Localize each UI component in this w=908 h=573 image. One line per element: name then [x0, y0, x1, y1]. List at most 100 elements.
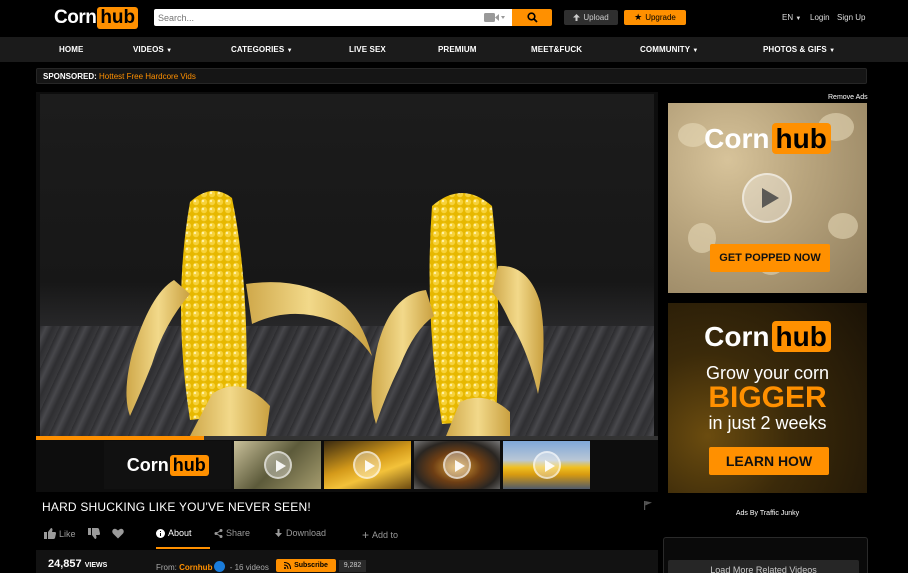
nav-item-label: COMMUNITY	[640, 45, 691, 54]
search-input[interactable]	[154, 9, 474, 26]
learn-how-button[interactable]: LEARN HOW	[709, 447, 829, 475]
nav-item-live-sex[interactable]: LIVE SEX	[349, 45, 386, 54]
nav-item-label: PREMIUM	[438, 45, 477, 54]
upload-button[interactable]: Upload	[564, 10, 618, 25]
ad-tagline-3: in just 2 weeks	[708, 413, 827, 433]
tab-add-to[interactable]: + Add to	[362, 528, 398, 542]
like-button[interactable]: Like	[44, 528, 76, 539]
ad-banner-popcorn[interactable]: Corn hub GET POPPED NOW	[668, 103, 867, 293]
chevron-down-icon: ▼	[692, 48, 699, 54]
signup-link[interactable]: Sign Up	[837, 13, 865, 22]
nav-item-categories[interactable]: CATEGORIES ▼	[231, 45, 293, 54]
dislike-button[interactable]	[88, 528, 100, 539]
tab-about[interactable]: About	[156, 528, 192, 538]
favorite-button[interactable]	[112, 528, 124, 539]
ad-banner-grow[interactable]: Corn hub Grow your corn BIGGER in just 2 …	[668, 303, 867, 493]
logo-text-hub: hub	[771, 123, 831, 154]
ad-logo: Corn hub	[668, 123, 867, 155]
tab-share[interactable]: Share	[214, 528, 250, 538]
thumbs-up-icon	[44, 528, 56, 539]
nav-item-label: HOME	[59, 45, 84, 54]
play-icon	[742, 173, 792, 223]
rss-icon	[284, 562, 292, 569]
upload-label: Upload	[583, 13, 609, 22]
video-title: HARD SHUCKING LIKE YOU'VE NEVER SEEN!	[42, 500, 311, 514]
nav-item-label: CATEGORIES	[231, 45, 285, 54]
logo-text-corn: Corn	[126, 454, 169, 475]
nav-item-label: LIVE SEX	[349, 45, 386, 54]
language-selector[interactable]: EN ▼	[782, 13, 801, 22]
logo-text-hub: hub	[97, 7, 139, 29]
related-thumbnail[interactable]	[324, 441, 411, 489]
video-search-icon[interactable]	[484, 12, 506, 23]
related-thumbnails: Corn hub	[104, 441, 591, 491]
about-label: About	[168, 528, 192, 538]
remove-ads-link[interactable]: Remove Ads	[828, 94, 868, 101]
site-logo[interactable]: Corn hub	[54, 6, 139, 30]
channel-logo-thumbnail[interactable]: Corn hub	[104, 441, 232, 489]
logo-text-corn: Corn	[54, 7, 97, 28]
play-icon	[443, 451, 472, 479]
subscriber-count: 9,282	[339, 560, 366, 572]
main-nav: HOME VIDEOS ▼ CATEGORIES ▼ LIVE SEX PREM…	[0, 37, 908, 62]
play-icon	[263, 451, 292, 479]
plus-icon: +	[362, 528, 370, 542]
related-thumbnail[interactable]	[234, 441, 322, 489]
progress-bar[interactable]	[36, 436, 658, 440]
info-icon	[156, 528, 165, 538]
view-count: 24,857 VIEWS	[48, 558, 107, 570]
ad-tagline-2: BIGGER	[708, 381, 827, 414]
related-thumbnail[interactable]	[503, 441, 591, 489]
language-label: EN	[782, 13, 794, 22]
channel-link[interactable]: Cornhub	[179, 563, 212, 572]
logo-text-hub: hub	[771, 321, 831, 352]
logo-text-corn: Corn	[704, 123, 770, 154]
heart-icon	[112, 528, 124, 539]
upgrade-label: Upgrade	[645, 13, 676, 22]
download-label: Download	[286, 528, 327, 538]
chevron-down-icon: ▼	[166, 48, 173, 54]
active-tab-indicator	[156, 547, 210, 549]
get-popped-button[interactable]: GET POPPED NOW	[710, 244, 830, 272]
play-icon	[532, 451, 561, 479]
video-actions: Like About Share Download + Add to	[36, 520, 658, 550]
nav-item-label: PHOTOS & GIFS	[763, 45, 827, 54]
upgrade-button[interactable]: ★ Upgrade	[624, 10, 686, 25]
sponsored-label: SPONSORED:	[43, 72, 97, 81]
subscribe-button[interactable]: Subscribe	[276, 559, 336, 572]
flag-icon[interactable]	[644, 501, 652, 510]
nav-item-videos[interactable]: VIDEOS ▼	[133, 45, 172, 54]
chevron-down-icon: ▼	[286, 48, 293, 54]
view-count-value: 24,857	[48, 558, 82, 570]
corn-cobs-image	[126, 190, 544, 436]
login-link[interactable]: Login	[810, 13, 830, 22]
logo-text-hub: hub	[169, 454, 209, 476]
view-count-label: VIEWS	[84, 562, 108, 569]
chevron-down-icon: ▼	[829, 48, 836, 54]
from-label: From:	[156, 563, 177, 572]
search-button[interactable]	[512, 9, 552, 26]
load-more-button[interactable]: Load More Related Videos	[668, 560, 859, 573]
sponsored-bar: SPONSORED: Hottest Free Hardcore Vids	[36, 68, 867, 84]
nav-item-photos-gifs[interactable]: PHOTOS & GIFS ▼	[763, 45, 835, 54]
video-player[interactable]: Corn hub	[36, 92, 658, 492]
related-thumbnail[interactable]	[413, 441, 501, 489]
upload-arrow-icon	[573, 14, 581, 21]
video-frame[interactable]	[40, 94, 654, 436]
nav-item-home[interactable]: HOME	[59, 45, 83, 54]
nav-item-meet[interactable]: MEET&FUCK	[531, 45, 582, 54]
verified-icon	[214, 561, 226, 572]
search-icon	[526, 12, 538, 23]
thumbs-down-icon	[88, 528, 100, 539]
add-to-label: Add to	[372, 530, 399, 540]
tab-download[interactable]: Download	[274, 528, 326, 538]
sponsored-link[interactable]: Hottest Free Hardcore Vids	[99, 72, 196, 81]
download-icon	[275, 528, 282, 537]
channel-video-count: - 16 videos	[229, 563, 269, 572]
nav-item-community[interactable]: COMMUNITY ▼	[640, 45, 698, 54]
site-header: Corn hub Upload ★ Upgrade EN ▼ Login Sig…	[0, 0, 908, 36]
nav-item-premium[interactable]: PREMIUM	[438, 45, 476, 54]
chevron-down-icon: ▼	[795, 16, 802, 22]
like-label: Like	[59, 528, 76, 539]
star-icon: ★	[634, 12, 643, 22]
